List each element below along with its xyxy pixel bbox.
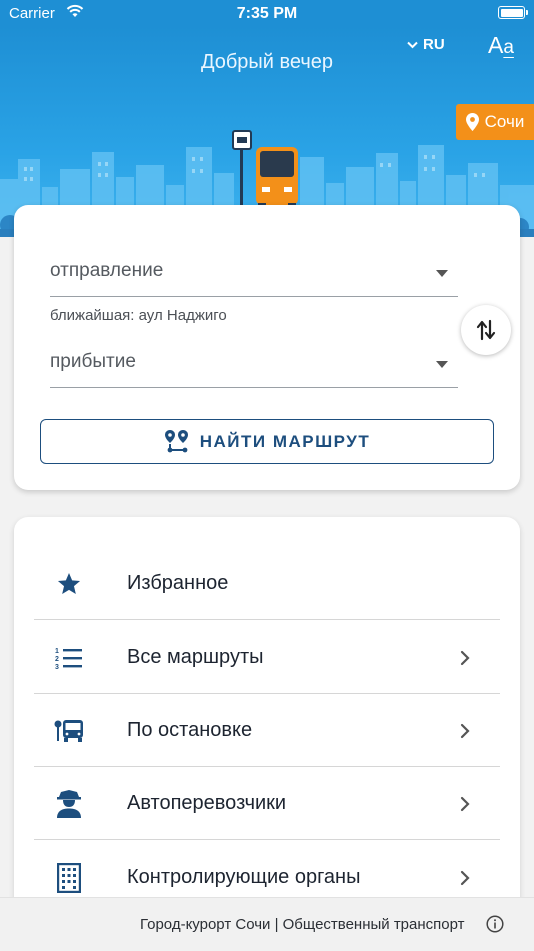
arrival-field[interactable]: прибытие (50, 341, 458, 388)
arrival-placeholder: прибытие (50, 351, 136, 372)
swap-vertical-icon (476, 319, 496, 341)
divider (34, 619, 500, 620)
menu-item-by-stop[interactable]: По остановке (34, 694, 500, 767)
numbered-list-icon: 1 2 3 (54, 643, 84, 673)
footer-bar: Город-курорт Сочи | Общественный транспо… (0, 897, 534, 951)
departure-placeholder: отправление (50, 260, 164, 281)
bus-stop-icon (54, 716, 84, 746)
route-pins-icon (164, 429, 188, 452)
menu-item-label: По остановке (127, 719, 253, 741)
battery-icon (498, 6, 528, 19)
departure-field[interactable]: отправление (50, 250, 458, 297)
info-icon[interactable] (486, 915, 504, 938)
menu-item-all-routes[interactable]: 1 2 3 Все маршруты (34, 621, 500, 694)
menu-item-label: Контролирующие органы (127, 866, 361, 888)
chevron-down-icon (407, 41, 418, 48)
chevron-right-icon (460, 870, 470, 886)
font-size-small-letter: a (503, 37, 514, 58)
driver-icon (54, 789, 84, 819)
svg-text:3: 3 (55, 664, 59, 670)
menu-item-label: Избранное (127, 572, 229, 594)
building-icon (54, 863, 84, 893)
chevron-right-icon (460, 650, 470, 666)
star-icon (54, 569, 84, 599)
font-size-button[interactable]: Aa (488, 32, 514, 59)
font-size-big-letter: A (488, 32, 504, 58)
menu-item-label: Автоперевозчики (127, 792, 287, 814)
swap-stops-button[interactable] (461, 305, 511, 355)
footer-text: Город-курорт Сочи | Общественный транспо… (140, 916, 465, 933)
svg-text:1: 1 (55, 648, 59, 655)
greeting-title: Добрый вечер (200, 51, 334, 73)
nearest-stop-hint: ближайшая: аул Наджиго (50, 307, 227, 324)
menu-item-label: Все маршруты (127, 646, 264, 668)
find-route-label: НАЙТИ МАРШРУТ (199, 431, 371, 451)
chevron-right-icon (460, 796, 470, 812)
status-bar: Carrier 7:35 PM (0, 0, 534, 27)
divider (34, 839, 500, 840)
find-route-button[interactable]: НАЙТИ МАРШРУТ (40, 419, 494, 464)
main-menu: Избранное 1 2 3 Все маршруты По остановк… (14, 517, 520, 937)
dropdown-arrow-icon (436, 270, 448, 277)
route-search-card: отправление ближайшая: аул Наджиго прибы… (14, 205, 520, 490)
menu-item-favorites[interactable]: Избранное (34, 547, 500, 620)
menu-item-carriers[interactable]: Автоперевозчики (34, 767, 500, 840)
clock: 7:35 PM (236, 5, 298, 22)
dropdown-arrow-icon (436, 361, 448, 368)
language-code: RU (423, 36, 445, 53)
chevron-right-icon (460, 723, 470, 739)
svg-text:2: 2 (55, 656, 59, 663)
language-selector[interactable]: RU (407, 36, 445, 53)
